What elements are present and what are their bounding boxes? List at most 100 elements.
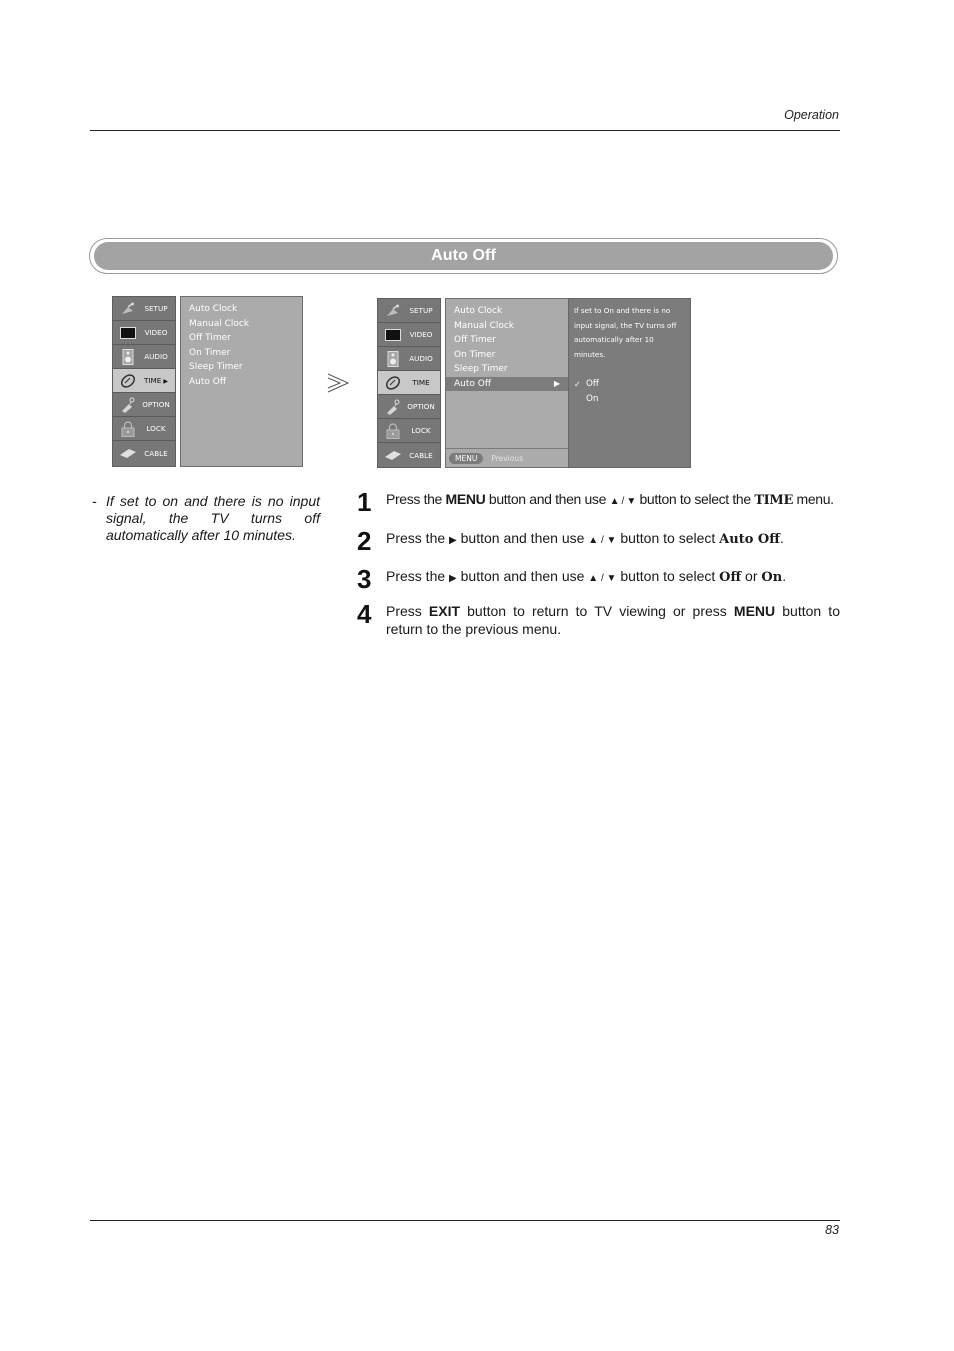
- menu-item-auto-off[interactable]: Auto Off: [181, 375, 302, 390]
- speaker-icon: [117, 348, 139, 366]
- osd-sidebar: SETUP VIDEO AUDIO TIME OPTION LOCK CABLE: [377, 298, 441, 468]
- sidebar-item-lock[interactable]: LOCK: [378, 419, 440, 443]
- satellite-icon: [117, 300, 139, 318]
- section-banner: Auto Off: [89, 238, 838, 274]
- sidebar-item-label: CABLE: [409, 450, 433, 460]
- note-bullet: -: [92, 493, 97, 509]
- option-on[interactable]: On: [574, 392, 685, 407]
- sidebar-item-label: OPTION: [142, 400, 170, 409]
- sidebar-item-label: OPTION: [407, 402, 435, 411]
- step-3: 3 Press the ▶ button and then use ▲ / ▼ …: [357, 564, 840, 594]
- option-off[interactable]: ✓ Off: [574, 377, 685, 392]
- step-number: 4: [357, 599, 372, 629]
- cable-icon: [117, 444, 139, 462]
- padlock-icon: [382, 422, 404, 440]
- sidebar-item-label: LOCK: [411, 426, 431, 435]
- menu-item-auto-clock[interactable]: Auto Clock: [181, 302, 302, 317]
- submenu-arrow-icon: ▶: [553, 378, 560, 388]
- menu-item-auto-clock[interactable]: Auto Clock: [446, 304, 568, 319]
- sidebar-item-label: AUDIO: [144, 352, 168, 361]
- menu-item-off-timer[interactable]: Off Timer: [181, 331, 302, 346]
- option-label: Off: [586, 379, 599, 389]
- sidebar-item-video[interactable]: VIDEO: [113, 321, 175, 345]
- step-number: 2: [357, 526, 372, 556]
- up-down-arrow-icon: ▲ / ▼: [609, 496, 637, 507]
- tag-icon: [382, 398, 404, 416]
- sidebar-item-video[interactable]: VIDEO: [378, 323, 440, 347]
- check-icon: ✓: [574, 380, 581, 389]
- padlock-icon: [117, 420, 139, 438]
- menu-item-sleep-timer[interactable]: Sleep Timer: [446, 362, 568, 377]
- sidebar-item-label: TIME: [412, 378, 430, 387]
- menu-item-off-timer[interactable]: Off Timer: [446, 333, 568, 348]
- sidebar-item-label: VIDEO: [409, 330, 433, 339]
- menu-button[interactable]: MENU: [449, 452, 484, 464]
- step-number: 1: [357, 487, 372, 517]
- step-1: 1 Press the MENU button and then use ▲ /…: [357, 487, 840, 517]
- sidebar-item-label: VIDEO: [144, 328, 168, 337]
- footer-rule: [90, 1220, 840, 1221]
- osd-footer: MENU Previous: [446, 448, 568, 467]
- tv-screen-icon: [382, 326, 404, 344]
- menu-item-label: Auto Off: [454, 378, 492, 389]
- menu-item-manual-clock[interactable]: Manual Clock: [181, 317, 302, 332]
- sidebar-item-audio[interactable]: AUDIO: [378, 347, 440, 371]
- step-2: 2 Press the ▶ button and then use ▲ / ▼ …: [357, 526, 840, 556]
- sidebar-item-lock[interactable]: LOCK: [113, 417, 175, 441]
- sidebar-item-option[interactable]: OPTION: [378, 395, 440, 419]
- step-text: Press the ▶ button and then use ▲ / ▼ bu…: [386, 530, 784, 547]
- satellite-icon: [382, 302, 404, 320]
- menu-item-manual-clock[interactable]: Manual Clock: [446, 319, 568, 334]
- previous-label: Previous: [491, 453, 524, 463]
- header-rule: [90, 130, 840, 131]
- osd-time-list: Auto Clock Manual Clock Off Timer On Tim…: [180, 296, 303, 467]
- menu-item-sleep-timer[interactable]: Sleep Timer: [181, 360, 302, 375]
- sidebar-item-label: LOCK: [146, 424, 166, 433]
- step-text: Press the MENU button and then use ▲ / ▼…: [386, 491, 834, 508]
- sidebar-item-label: TIME ▶: [144, 376, 168, 385]
- speaker-icon: [382, 350, 404, 368]
- tag-icon: [117, 396, 139, 414]
- option-label: On: [586, 394, 599, 404]
- sidebar-item-label: SETUP: [409, 306, 433, 315]
- right-arrow-icon: ▶: [449, 573, 457, 584]
- sidebar-item-label: AUDIO: [409, 354, 433, 363]
- sidebar-item-cable[interactable]: CABLE: [378, 443, 440, 467]
- menu-item-on-timer[interactable]: On Timer: [446, 348, 568, 363]
- step-text: Press the ▶ button and then use ▲ / ▼ bu…: [386, 568, 787, 585]
- sidebar-item-cable[interactable]: CABLE: [113, 441, 175, 465]
- cable-icon: [382, 446, 404, 464]
- sidebar-item-setup[interactable]: SETUP: [378, 299, 440, 323]
- osd-menu-auto-off: SETUP VIDEO AUDIO TIME OPTION LOCK CABLE…: [377, 298, 691, 468]
- sidebar-item-label: CABLE: [144, 448, 168, 458]
- osd-menu-time: SETUP VIDEO AUDIO TIME ▶ OPTION LOCK CABL…: [112, 296, 303, 467]
- clock-icon: [117, 372, 139, 390]
- osd-auto-off-submenu: If set to On and there is no input signa…: [568, 298, 691, 468]
- up-down-arrow-icon: ▲ / ▼: [588, 573, 617, 584]
- right-arrow-icon: ▶: [449, 535, 457, 546]
- menu-item-auto-off[interactable]: Auto Off ▶: [446, 376, 568, 391]
- sidebar-item-time[interactable]: TIME ▶: [113, 369, 175, 393]
- note-text: If set to on and there is no input signa…: [106, 493, 320, 543]
- step-number: 3: [357, 564, 372, 594]
- section-header: Operation: [784, 108, 839, 122]
- page-number: 83: [825, 1223, 839, 1237]
- sidebar-item-audio[interactable]: AUDIO: [113, 345, 175, 369]
- clock-icon: [382, 374, 404, 392]
- section-title: Auto Off: [431, 247, 496, 264]
- submenu-arrow-icon: ▶: [163, 378, 168, 385]
- next-step-arrow-icon: [327, 373, 350, 398]
- step-text: Press EXIT button to return to TV viewin…: [386, 603, 840, 637]
- osd-time-list: Auto Clock Manual Clock Off Timer On Tim…: [445, 298, 569, 468]
- osd-sidebar: SETUP VIDEO AUDIO TIME ▶ OPTION LOCK CABL…: [112, 296, 176, 467]
- sidebar-item-label: SETUP: [144, 304, 168, 313]
- menu-item-on-timer[interactable]: On Timer: [181, 346, 302, 361]
- sidebar-item-time[interactable]: TIME: [378, 371, 440, 395]
- banner-pill: Auto Off: [94, 242, 833, 270]
- side-note: - If set to on and there is no input sig…: [92, 493, 320, 544]
- tv-screen-icon: [117, 324, 139, 342]
- sidebar-item-option[interactable]: OPTION: [113, 393, 175, 417]
- submenu-description: If set to On and there is no input signa…: [574, 306, 677, 359]
- step-4: 4 Press EXIT button to return to TV view…: [357, 599, 840, 638]
- sidebar-item-setup[interactable]: SETUP: [113, 297, 175, 321]
